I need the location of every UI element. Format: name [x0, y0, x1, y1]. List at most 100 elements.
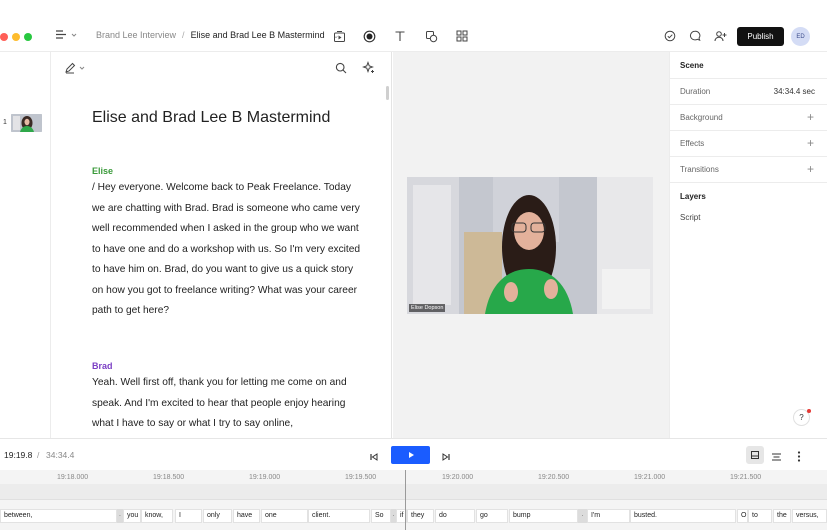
grid-tool-button[interactable]: [454, 28, 470, 44]
current-time: 19:19.8: [4, 450, 33, 460]
word-chip[interactable]: bump: [509, 509, 578, 523]
search-icon: [335, 62, 347, 74]
more-button[interactable]: [797, 449, 801, 467]
editor-scrollbar[interactable]: [386, 86, 389, 100]
word-chip[interactable]: client.: [308, 509, 370, 523]
scene-section-header: Scene: [670, 52, 827, 79]
word-chip[interactable]: So: [371, 509, 391, 523]
timeline[interactable]: 19:18.000 19:18.500 19:19.000 19:19.500 …: [0, 470, 827, 530]
menu-button[interactable]: [55, 29, 77, 40]
timeline-tick: 19:20.000: [442, 474, 474, 481]
more-icon: [797, 451, 801, 462]
background-row[interactable]: Background +: [670, 105, 827, 131]
word-chip[interactable]: know,: [141, 509, 173, 523]
effects-label: Effects: [680, 139, 705, 148]
status-button[interactable]: [662, 28, 678, 44]
word-chip[interactable]: one: [261, 509, 308, 523]
plus-icon[interactable]: +: [807, 162, 814, 176]
layout-toggle-button[interactable]: [746, 446, 764, 464]
sparkle-icon: [362, 61, 374, 73]
video-frame[interactable]: Elise Dopson: [407, 177, 653, 314]
breadcrumb-document[interactable]: Elise and Brad Lee B Mastermind: [191, 30, 325, 40]
word-chip[interactable]: busted.: [630, 509, 736, 523]
skip-back-button[interactable]: [369, 449, 379, 467]
word-chip[interactable]: they: [407, 509, 434, 523]
speaker-label-brad[interactable]: Brad: [92, 361, 113, 371]
check-circle-icon: [664, 30, 676, 42]
comments-button[interactable]: [687, 28, 703, 44]
shapes-icon: [425, 30, 437, 42]
align-button[interactable]: [771, 449, 782, 467]
word-track: between, . you know, I only have one cli…: [0, 509, 827, 523]
play-icon: [408, 452, 414, 458]
skip-forward-icon: [442, 453, 450, 461]
scene-strip: 1: [0, 52, 51, 438]
playhead[interactable]: [405, 470, 406, 530]
document-title[interactable]: Elise and Brad Lee B Mastermind: [92, 109, 330, 127]
playback-bar: 19:19.8 / 34:34.4: [0, 438, 827, 470]
align-icon: [772, 453, 781, 461]
timeline-tick: 19:21.500: [730, 474, 762, 481]
comment-icon: [689, 30, 701, 42]
word-chip[interactable]: I'm: [587, 509, 630, 523]
add-user-icon: [714, 31, 726, 42]
window-close-button[interactable]: [0, 33, 8, 41]
transitions-label: Transitions: [680, 165, 719, 174]
duration-row[interactable]: Duration 34:34.4 sec: [670, 79, 827, 105]
video-preview-panel: Elise Dopson: [393, 52, 669, 438]
transitions-row[interactable]: Transitions +: [670, 157, 827, 183]
speaker-label-elise[interactable]: Elise: [92, 166, 113, 176]
word-chip[interactable]: you: [123, 509, 141, 523]
word-chip[interactable]: versus,: [792, 509, 827, 523]
video-still: [407, 177, 653, 314]
duration-value[interactable]: 34:34.4 sec: [774, 87, 815, 96]
effects-row[interactable]: Effects +: [670, 131, 827, 157]
text-tool-button[interactable]: [392, 28, 408, 44]
word-chip[interactable]: have: [233, 509, 260, 523]
scene-thumbnail[interactable]: [11, 114, 42, 132]
word-chip[interactable]: go: [476, 509, 508, 523]
timeline-ruler[interactable]: 19:18.000 19:18.500 19:19.000 19:19.500 …: [0, 470, 827, 484]
transcript-paragraph[interactable]: Yeah. Well first off, thank you for lett…: [92, 373, 362, 435]
skip-forward-button[interactable]: [441, 449, 451, 467]
word-chip[interactable]: to: [748, 509, 772, 523]
word-chip[interactable]: only: [203, 509, 232, 523]
play-button[interactable]: [391, 446, 430, 464]
scene-heading: Scene: [680, 61, 704, 70]
timeline-tick: 19:20.500: [538, 474, 570, 481]
layout-icon: [751, 451, 759, 459]
scene-track[interactable]: [0, 484, 827, 500]
layer-item-script[interactable]: Script: [680, 213, 700, 222]
word-chip[interactable]: I: [175, 509, 202, 523]
scene-tool-button[interactable]: [331, 28, 347, 44]
script-editor[interactable]: Elise and Brad Lee B Mastermind Elise / …: [51, 52, 392, 438]
plus-icon[interactable]: +: [807, 136, 814, 150]
publish-button[interactable]: Publish: [737, 27, 784, 46]
ai-actions-button[interactable]: [362, 61, 375, 79]
text-icon: [395, 31, 405, 41]
window-minimize-button[interactable]: [12, 33, 20, 41]
share-button[interactable]: [712, 28, 728, 44]
edit-mode-button[interactable]: [64, 62, 85, 74]
search-button[interactable]: [335, 61, 347, 79]
word-chip[interactable]: O: [737, 509, 748, 523]
background-label: Background: [680, 113, 723, 122]
grid-icon: [456, 30, 468, 42]
word-chip[interactable]: the: [773, 509, 791, 523]
breadcrumb-project[interactable]: Brand Lee Interview: [96, 30, 176, 40]
speaker-name-overlay: Elise Dopson: [409, 304, 446, 312]
timeline-tick: 19:19.500: [345, 474, 377, 481]
avatar[interactable]: ED: [791, 27, 810, 46]
pen-icon: [65, 62, 76, 74]
word-chip[interactable]: between,: [0, 509, 117, 523]
shapes-tool-button[interactable]: [423, 28, 439, 44]
word-chip[interactable]: do: [435, 509, 475, 523]
transcript-paragraph[interactable]: / Hey everyone. Welcome back to Peak Fre…: [92, 178, 362, 322]
window-zoom-button[interactable]: [24, 33, 32, 41]
scene-number: 1: [3, 119, 7, 126]
record-icon: [363, 30, 375, 42]
word-gap[interactable]: .: [578, 509, 587, 523]
timeline-tick: 19:18.500: [153, 474, 185, 481]
record-button[interactable]: [361, 28, 377, 44]
plus-icon[interactable]: +: [807, 110, 814, 124]
